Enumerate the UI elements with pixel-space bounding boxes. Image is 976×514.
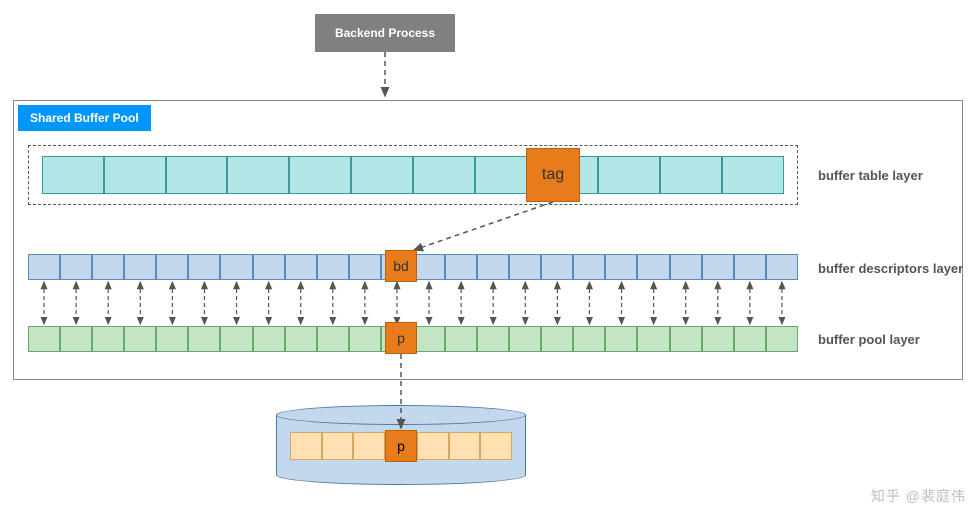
pool-cell bbox=[573, 326, 605, 352]
desc-cell bbox=[766, 254, 798, 280]
desc-cell bbox=[702, 254, 734, 280]
pool-cell bbox=[28, 326, 60, 352]
desc-cell bbox=[445, 254, 477, 280]
disk-cell bbox=[290, 432, 322, 460]
label-buffer-table: buffer table layer bbox=[818, 168, 923, 183]
pool-cell bbox=[188, 326, 220, 352]
pool-cell bbox=[317, 326, 349, 352]
pool-cell bbox=[509, 326, 541, 352]
desc-cell bbox=[349, 254, 381, 280]
desc-cell bbox=[92, 254, 124, 280]
table-cell bbox=[227, 156, 289, 194]
table-cell bbox=[598, 156, 660, 194]
desc-cell bbox=[413, 254, 445, 280]
desc-cell bbox=[670, 254, 702, 280]
bd-cell: bd bbox=[385, 250, 417, 282]
desc-cell bbox=[734, 254, 766, 280]
disk-cell bbox=[322, 432, 354, 460]
pool-cell bbox=[285, 326, 317, 352]
disk-cell bbox=[417, 432, 449, 460]
desc-cell bbox=[156, 254, 188, 280]
pool-cell bbox=[220, 326, 252, 352]
pool-cell bbox=[124, 326, 156, 352]
desc-cell bbox=[637, 254, 669, 280]
table-cell bbox=[660, 156, 722, 194]
pool-cell bbox=[702, 326, 734, 352]
desc-cell bbox=[60, 254, 92, 280]
p-cell-pool: p bbox=[385, 322, 417, 354]
pool-cell bbox=[637, 326, 669, 352]
desc-cell bbox=[317, 254, 349, 280]
tag-cell: tag bbox=[526, 148, 580, 202]
table-cell bbox=[104, 156, 166, 194]
desc-cell bbox=[285, 254, 317, 280]
pool-cell bbox=[156, 326, 188, 352]
pool-cell bbox=[670, 326, 702, 352]
pool-cell bbox=[413, 326, 445, 352]
desc-cell bbox=[124, 254, 156, 280]
label-buffer-pool: buffer pool layer bbox=[818, 332, 920, 347]
backend-process-box: Backend Process bbox=[315, 14, 455, 52]
backend-label: Backend Process bbox=[335, 26, 435, 40]
disk-cell bbox=[480, 432, 512, 460]
watermark: 知乎 @裴庭伟 bbox=[871, 486, 966, 506]
desc-cell bbox=[477, 254, 509, 280]
pool-cell bbox=[605, 326, 637, 352]
pool-cell bbox=[445, 326, 477, 352]
table-cell bbox=[42, 156, 104, 194]
disk-cell bbox=[449, 432, 481, 460]
table-cell bbox=[289, 156, 351, 194]
label-buffer-desc: buffer descriptors layer bbox=[818, 261, 963, 276]
desc-cell bbox=[573, 254, 605, 280]
desc-cell bbox=[253, 254, 285, 280]
pool-cell bbox=[349, 326, 381, 352]
pool-cell bbox=[92, 326, 124, 352]
desc-cell bbox=[541, 254, 573, 280]
pool-cell bbox=[541, 326, 573, 352]
pool-title: Shared Buffer Pool bbox=[18, 105, 151, 131]
pool-cell bbox=[766, 326, 798, 352]
desc-cell bbox=[220, 254, 252, 280]
table-cell bbox=[722, 156, 784, 194]
pool-cell bbox=[253, 326, 285, 352]
desc-cell bbox=[188, 254, 220, 280]
buffer-table-layer bbox=[42, 156, 784, 194]
desc-cell bbox=[509, 254, 541, 280]
table-cell bbox=[413, 156, 475, 194]
desc-cell bbox=[605, 254, 637, 280]
disk-top bbox=[276, 405, 526, 425]
desc-cell bbox=[28, 254, 60, 280]
pool-cell bbox=[477, 326, 509, 352]
disk-cell bbox=[353, 432, 385, 460]
pool-cell bbox=[60, 326, 92, 352]
table-cell bbox=[351, 156, 413, 194]
table-cell bbox=[166, 156, 228, 194]
pool-cell bbox=[734, 326, 766, 352]
p-cell-disk: p bbox=[385, 430, 417, 462]
